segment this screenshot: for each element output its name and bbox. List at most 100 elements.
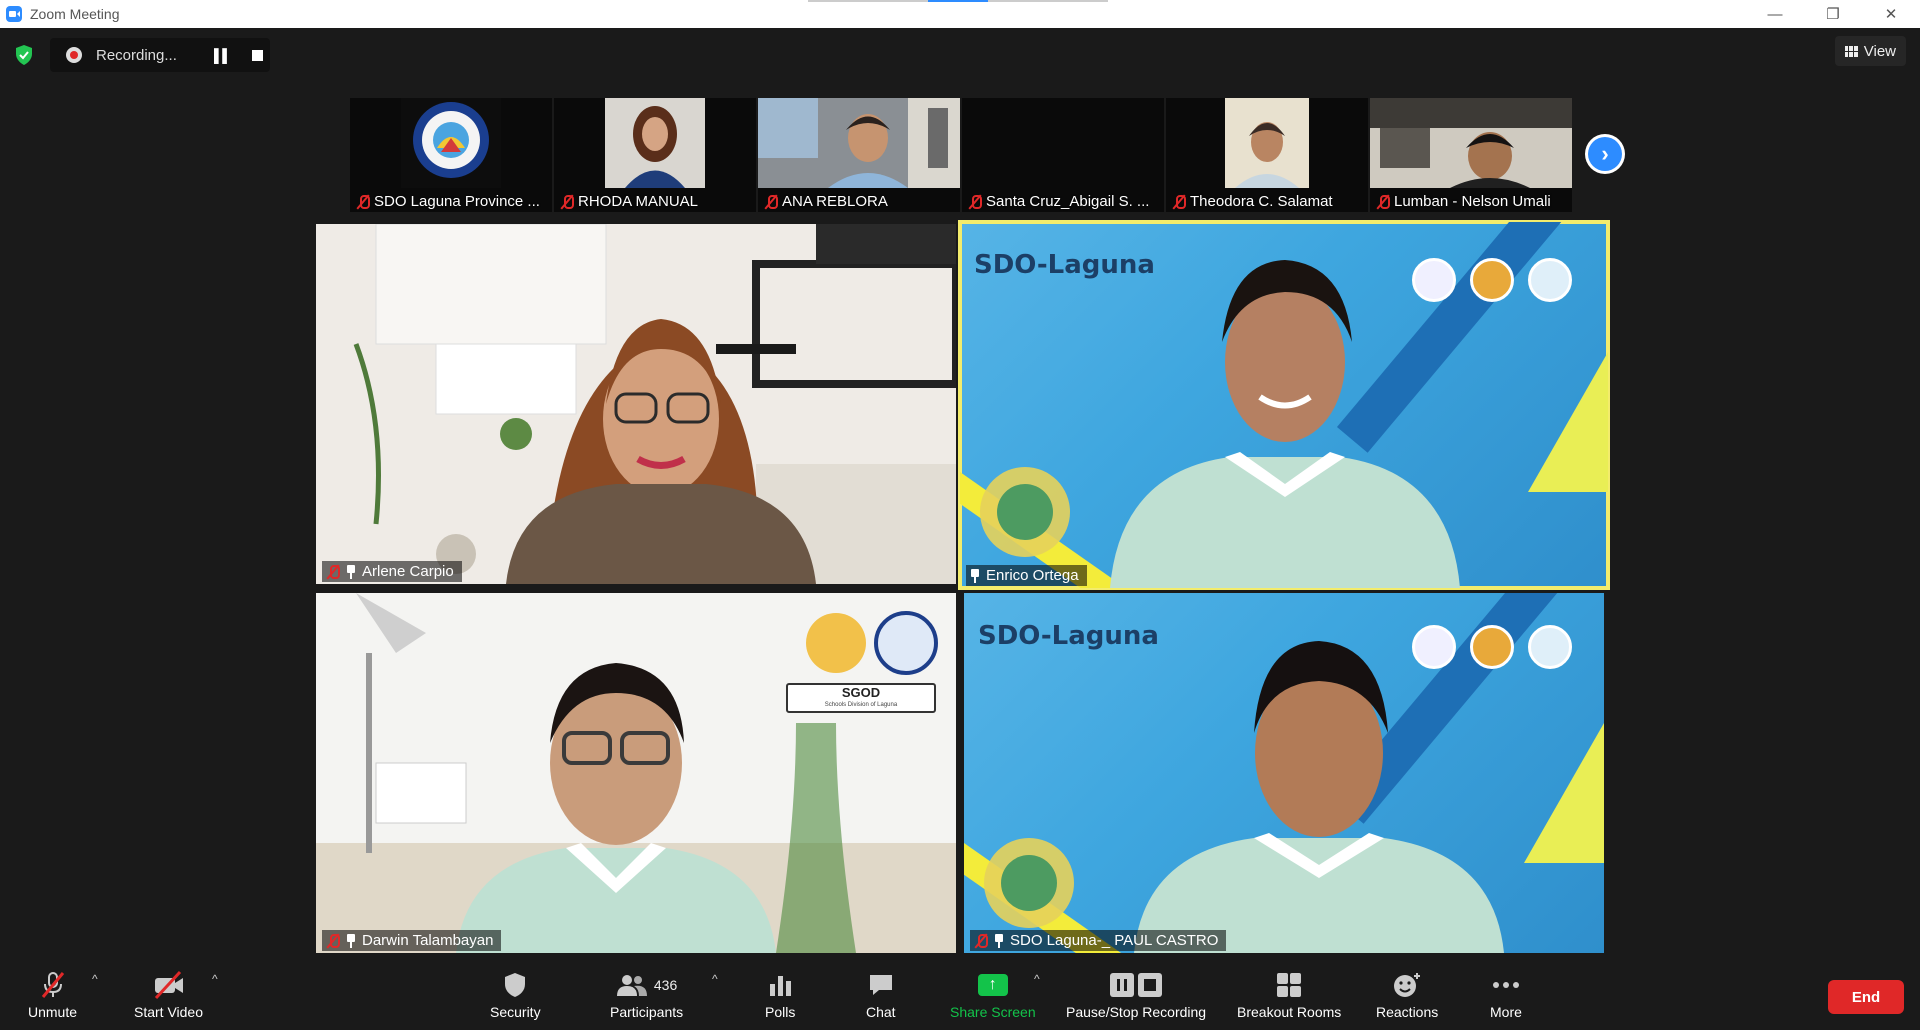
view-label: View [1863, 42, 1896, 60]
thumbnail-name: Lumban - Nelson Umali [1394, 193, 1551, 210]
pause-stop-recording-button[interactable]: Pause/Stop Recording [1066, 970, 1206, 1020]
pin-icon [994, 933, 1004, 948]
participant-video [605, 98, 705, 188]
participant-name-tag: Enrico Ortega [966, 565, 1087, 586]
chat-bubble-icon [869, 975, 892, 995]
sgod-sign: SGOD Schools Division of Laguna [786, 683, 936, 713]
more-button[interactable]: More [1490, 970, 1522, 1020]
muted-mic-icon [356, 194, 370, 210]
meeting-toolbar: Unmute ^ Start Video ^ Security 436 Part… [0, 960, 1920, 1030]
participants-icon [616, 975, 647, 996]
view-button[interactable]: View [1834, 36, 1906, 66]
encryption-shield-icon[interactable] [14, 44, 34, 66]
participant-thumbnail[interactable]: SDO Laguna Province ... [350, 98, 552, 212]
sign-title: SGOD [841, 685, 881, 700]
title-bar: Zoom Meeting — ❐ ✕ [0, 0, 1920, 28]
recording-status: Recording... [96, 46, 177, 64]
participant-thumbnail[interactable]: RHODA MANUAL [554, 98, 756, 212]
breakout-rooms-label: Breakout Rooms [1237, 1004, 1342, 1020]
muted-microphone-icon [41, 972, 64, 998]
window-title: Zoom Meeting [30, 6, 120, 22]
audio-options-caret-icon[interactable]: ^ [92, 972, 98, 986]
title-progress-line [808, 0, 1108, 2]
muted-mic-icon [326, 564, 340, 580]
pause-recording-icon[interactable]: ▌▌ [214, 48, 231, 63]
share-screen-label: Share Screen [950, 1004, 1036, 1020]
next-page-button[interactable]: › [1585, 134, 1625, 174]
participant-video [984, 641, 1504, 953]
start-video-label: Start Video [134, 1004, 204, 1020]
video-tile[interactable]: SDO-Laguna SDO Laguna-_ PAUL CASTRO [964, 593, 1604, 953]
close-button[interactable]: ✕ [1862, 0, 1920, 28]
reactions-button[interactable]: Reactions [1376, 970, 1438, 1020]
pause-stop-icons [1110, 973, 1163, 997]
security-button[interactable]: Security [490, 970, 541, 1020]
unmute-button[interactable]: Unmute [28, 970, 77, 1020]
participant-thumbnail[interactable]: Santa Cruz_Abigail S. ... [962, 98, 1164, 212]
muted-mic-icon [1376, 194, 1390, 210]
share-screen-button[interactable]: ↑ Share Screen [950, 970, 1036, 1020]
share-arrow-up-icon: ↑ [977, 974, 1008, 996]
participant-thumbnail[interactable]: Lumban - Nelson Umali [1370, 98, 1572, 212]
participant-thumbnail[interactable]: ANA REBLORA [758, 98, 960, 212]
grid-view-icon [1844, 45, 1858, 57]
pause-stop-recording-label: Pause/Stop Recording [1066, 1004, 1207, 1020]
window-controls: — ❐ ✕ [1746, 0, 1920, 28]
breakout-rooms-button[interactable]: Breakout Rooms [1237, 970, 1341, 1020]
muted-mic-icon [1172, 194, 1186, 210]
participant-video [1225, 98, 1309, 188]
end-meeting-button[interactable]: End [1828, 980, 1904, 1014]
video-tile[interactable]: Arlene Carpio [316, 224, 956, 584]
security-label: Security [490, 1004, 541, 1020]
pin-icon [970, 568, 980, 583]
pin-icon [346, 564, 356, 579]
video-tile[interactable]: SGOD Schools Division of Laguna Darwin T… [316, 593, 956, 953]
video-tile-active-speaker[interactable]: SDO-Laguna Enrico Ortega [958, 220, 1610, 590]
reactions-smiley-icon [1394, 973, 1421, 997]
muted-mic-icon [560, 194, 574, 210]
more-label: More [1490, 1004, 1522, 1020]
video-options-caret-icon[interactable]: ^ [212, 972, 218, 986]
start-video-button[interactable]: Start Video [134, 970, 203, 1020]
polls-button[interactable]: Polls [765, 970, 795, 1020]
video-off-icon [154, 970, 183, 1000]
participant-video [316, 224, 956, 584]
participant-video [980, 260, 1460, 588]
participant-name: Arlene Carpio [362, 563, 454, 580]
thumbnail-name: RHODA MANUAL [578, 193, 699, 210]
recording-indicator: Recording... ▌▌ [50, 38, 270, 72]
reactions-label: Reactions [1376, 1004, 1439, 1020]
participants-count: 436 [653, 977, 678, 993]
participant-name-tag: Darwin Talambayan [322, 930, 502, 951]
participants-caret-icon[interactable]: ^ [712, 972, 718, 986]
participant-thumbnail[interactable]: Theodora C. Salamat [1166, 98, 1368, 212]
zoom-app-icon [6, 6, 22, 22]
polls-label: Polls [765, 1004, 796, 1020]
chat-label: Chat [866, 1004, 896, 1020]
thumbnail-name: SDO Laguna Province ... [374, 193, 540, 210]
chat-button[interactable]: Chat [866, 970, 896, 1020]
participant-name: Darwin Talambayan [362, 932, 494, 949]
minimize-button[interactable]: — [1746, 0, 1804, 28]
muted-mic-icon [968, 194, 982, 210]
participant-video [316, 593, 956, 953]
participant-thumbnail-strip: SDO Laguna Province ... RHODA MANUAL ANA… [350, 98, 1572, 212]
participants-label: Participants [610, 1004, 684, 1020]
more-dots-icon [1492, 982, 1519, 988]
participant-name: Enrico Ortega [986, 567, 1079, 584]
sign-subtitle: Schools Division of Laguna [824, 702, 898, 708]
stop-recording-icon[interactable] [252, 49, 264, 61]
thumbnail-name: ANA REBLORA [782, 193, 888, 210]
participant-name-tag: SDO Laguna-_ PAUL CASTRO [970, 930, 1227, 951]
thumbnail-name: Santa Cruz_Abigail S. ... [986, 193, 1150, 210]
participant-name: SDO Laguna-_ PAUL CASTRO [1010, 932, 1219, 949]
security-shield-icon [505, 973, 526, 997]
restore-button[interactable]: ❐ [1804, 0, 1862, 28]
muted-mic-icon [326, 933, 340, 949]
participant-video [758, 98, 960, 188]
participant-video [1370, 98, 1572, 188]
share-options-caret-icon[interactable]: ^ [1034, 972, 1040, 986]
thumbnail-name: Theodora C. Salamat [1190, 193, 1333, 210]
participants-button[interactable]: 436 Participants [610, 970, 683, 1020]
muted-mic-icon [974, 933, 988, 949]
